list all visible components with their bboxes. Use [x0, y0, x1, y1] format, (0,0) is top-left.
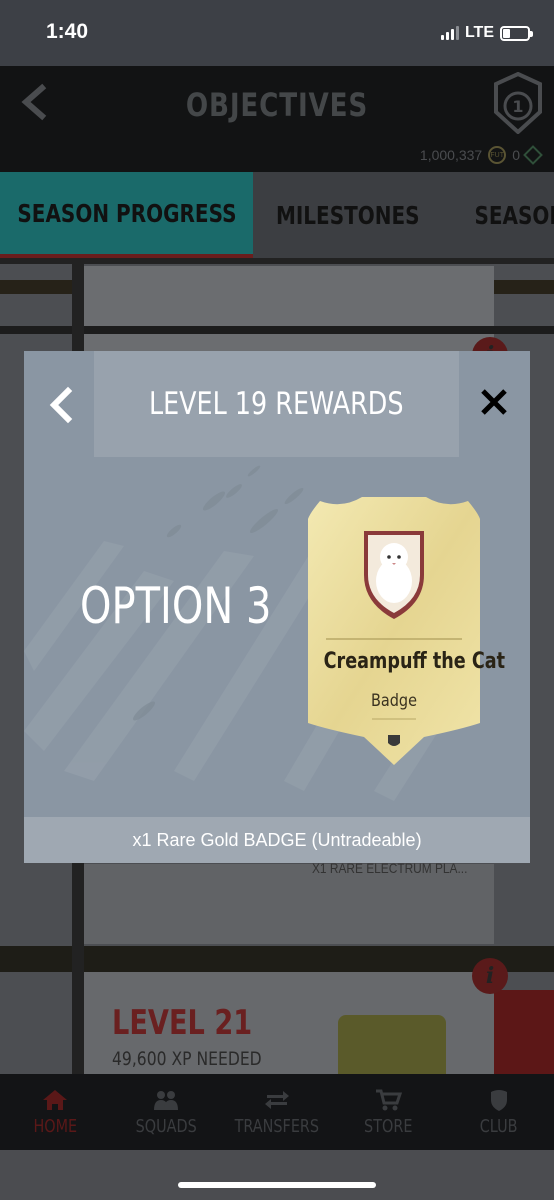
page-title: OBJECTIVES — [185, 86, 369, 124]
tab-bar: SEASON PROGRESS MILESTONES SEASON — [0, 172, 554, 258]
club-icon — [490, 1089, 507, 1111]
card-type: Badge — [370, 691, 418, 711]
home-strip — [0, 1150, 554, 1200]
nav-store[interactable]: STORE — [332, 1074, 443, 1150]
home-icon — [43, 1089, 68, 1110]
bottom-nav: HOME SQUADS TRANSFERS STORE CLUB — [0, 1074, 554, 1150]
status-bar: 1:40 LTE — [0, 0, 554, 66]
modal-header: LEVEL 19 REWARDS — [94, 351, 459, 457]
close-icon[interactable] — [479, 387, 509, 417]
signal-icon — [440, 26, 459, 40]
tab-season[interactable]: SEASON — [443, 172, 554, 258]
points-icon — [523, 145, 543, 165]
svg-text:1: 1 — [512, 97, 523, 116]
card-name: Creampuff the Cat — [323, 649, 506, 674]
network-label: LTE — [464, 24, 494, 41]
coin-icon: FUT — [488, 146, 507, 164]
reward-card[interactable]: Creampuff the Cat Badge — [306, 493, 506, 767]
home-indicator[interactable] — [178, 1182, 376, 1188]
previous-icon[interactable] — [44, 385, 80, 425]
rewards-modal: LEVEL 19 REWARDS OPTION 3 Creampuff the … — [24, 351, 530, 863]
level-label: LEVEL 21 — [112, 1003, 253, 1043]
gold-card-shape — [308, 497, 480, 765]
points-balance: 0 — [512, 147, 520, 163]
reward-description: x1 Rare Gold BADGE (Untradeable) — [24, 817, 530, 863]
status-time: 1:40 — [46, 20, 89, 43]
modal-title: LEVEL 19 REWARDS — [149, 386, 404, 422]
info-button[interactable]: i — [472, 958, 508, 994]
nav-home[interactable]: HOME — [0, 1074, 111, 1150]
tab-season-progress[interactable]: SEASON PROGRESS — [0, 172, 253, 258]
cart-icon — [375, 1089, 402, 1110]
nav-club[interactable]: CLUB — [443, 1074, 554, 1150]
app-header: OBJECTIVES 1 1,000,337 FUT 0 — [0, 66, 554, 172]
tab-milestones[interactable]: MILESTONES — [253, 172, 443, 258]
season-icon[interactable]: 1 — [494, 72, 542, 134]
option-label: OPTION 3 — [80, 577, 272, 635]
currency-row: 1,000,337 FUT 0 — [419, 145, 543, 165]
coin-balance: 1,000,337 — [419, 147, 483, 163]
squads-icon — [154, 1090, 179, 1110]
reward-card-thumbnail — [338, 1015, 446, 1075]
battery-icon — [500, 25, 533, 41]
nav-squads[interactable]: SQUADS — [111, 1074, 222, 1150]
nav-transfers[interactable]: TRANSFERS — [222, 1074, 333, 1150]
xp-needed: 49,600 XP NEEDED — [112, 1048, 262, 1070]
transfers-icon — [264, 1090, 289, 1109]
status-indicators: LTE — [440, 24, 533, 42]
level-card — [84, 864, 494, 944]
